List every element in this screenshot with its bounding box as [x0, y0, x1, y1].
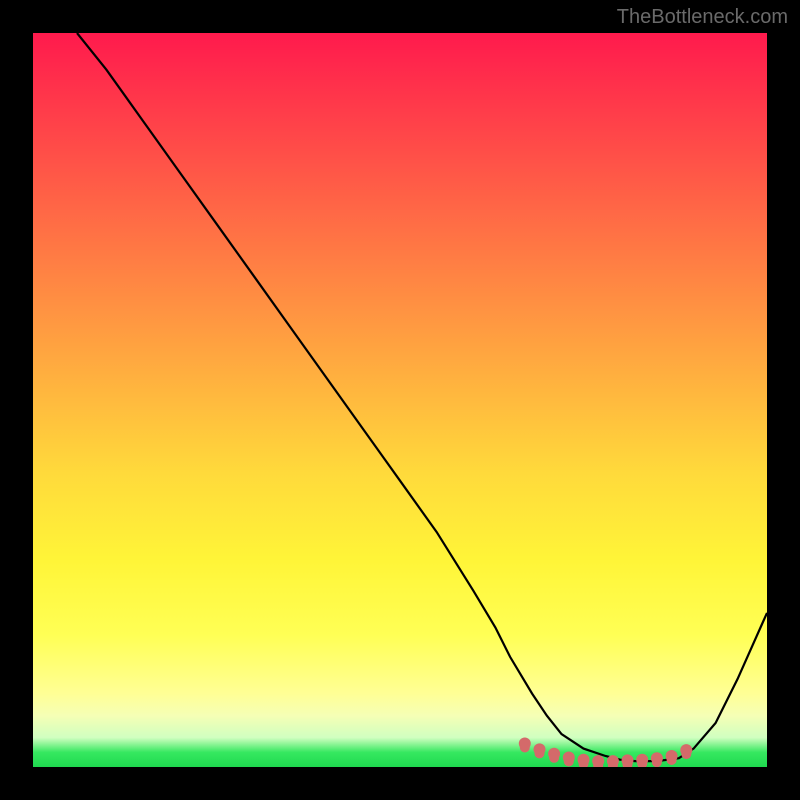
optimal-marker — [564, 757, 574, 767]
watermark-text: TheBottleneck.com — [617, 6, 788, 29]
optimal-marker — [520, 743, 530, 753]
optimal-marker — [535, 748, 545, 758]
optimal-marker — [652, 757, 662, 767]
optimal-marker — [681, 749, 691, 759]
optimal-marker — [667, 755, 677, 765]
bottleneck-curve — [77, 33, 767, 761]
optimal-marker — [549, 753, 559, 763]
plot-area — [33, 33, 767, 767]
chart-svg — [33, 33, 767, 767]
optimal-band-markers — [519, 738, 693, 768]
